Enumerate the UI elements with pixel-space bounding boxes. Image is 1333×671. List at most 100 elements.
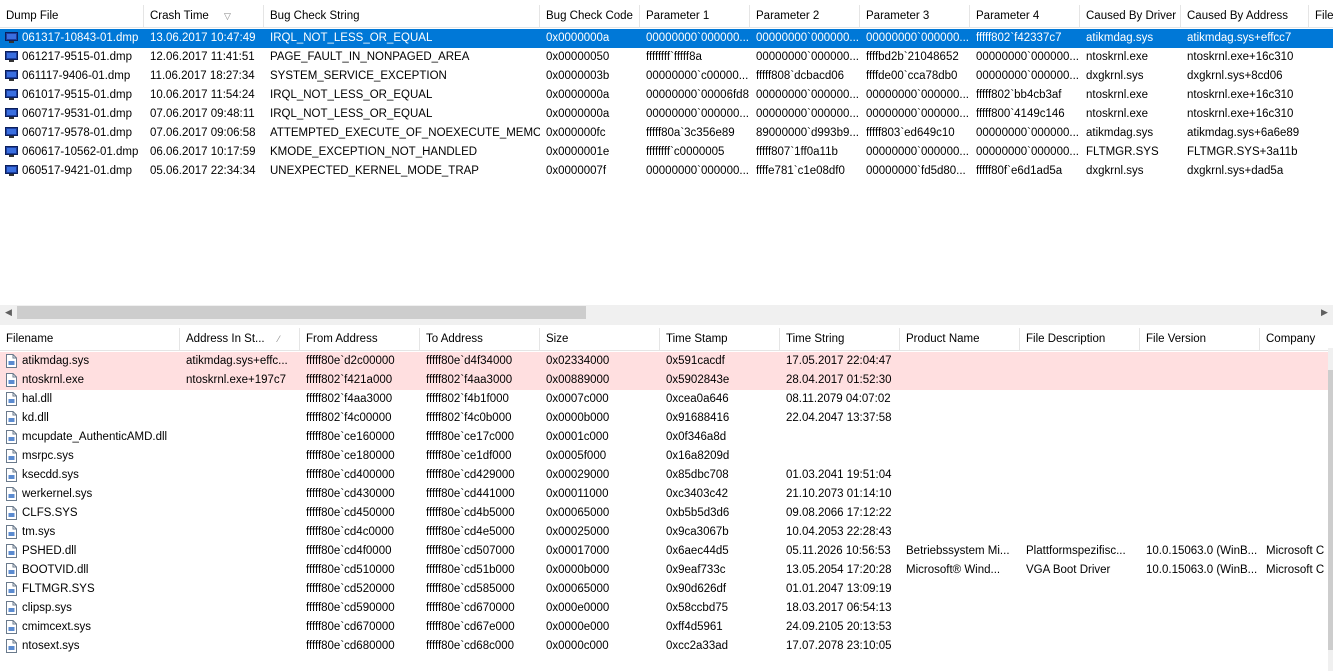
module-cell-8 <box>1020 428 1140 447</box>
crash-row[interactable]: 061317-10843-01.dmp 13.06.2017 10:47:49 IR… <box>0 29 1333 48</box>
module-row[interactable]: werkernel.sys fffff80e`cd430000 fffff80e`c… <box>0 485 1328 504</box>
module-cell-3: fffff80e`cd51b000 <box>426 564 515 576</box>
module-cell-0: ntosext.sys <box>22 640 80 652</box>
module-row[interactable]: kd.dll fffff802`f4c00000 fffff802`f4c0b000… <box>0 409 1328 428</box>
module-row[interactable]: ntoskrnl.exe ntoskrnl.exe+197c7 fffff802`f… <box>0 371 1328 390</box>
col-address-in-stack-label: Address In St... <box>186 333 265 345</box>
module-cell-2: fffff80e`cd4f0000 <box>306 545 392 557</box>
col-company[interactable]: Company <box>1260 328 1333 350</box>
module-cell-1 <box>180 523 300 542</box>
module-cell-2: fffff80e`cd520000 <box>306 583 395 595</box>
module-row[interactable]: CLFS.SYS fffff80e`cd450000 fffff80e`cd4b50… <box>0 504 1328 523</box>
col-caused-by-address[interactable]: Caused By Address <box>1181 5 1309 27</box>
col-time-string[interactable]: Time String <box>780 328 900 350</box>
crash-cell-4: 00000000`000000... <box>646 165 749 177</box>
crash-row[interactable]: 061217-9515-01.dmp 12.06.2017 11:41:51 PAG… <box>0 48 1333 67</box>
module-cell-0: atikmdag.sys <box>22 355 90 367</box>
crash-cell-2: UNEXPECTED_KERNEL_MODE_TRAP <box>270 165 479 177</box>
module-row[interactable]: msrpc.sys fffff80e`ce180000 fffff80e`ce1df… <box>0 447 1328 466</box>
module-cell-0: FLTMGR.SYS <box>22 583 95 595</box>
module-cell-7 <box>900 466 1020 485</box>
module-cell-8 <box>1020 409 1140 428</box>
crash-row[interactable]: 060717-9578-01.dmp 07.06.2017 09:06:58 ATT… <box>0 124 1333 143</box>
module-row[interactable]: FLTMGR.SYS fffff80e`cd520000 fffff80e`cd58… <box>0 580 1328 599</box>
module-cell-3: fffff80e`cd67e000 <box>426 621 515 633</box>
module-cell-2: fffff80e`ce180000 <box>306 450 395 462</box>
col-parameter-3[interactable]: Parameter 3 <box>860 5 970 27</box>
module-cell-1 <box>180 504 300 523</box>
col-file[interactable]: File <box>1309 5 1333 27</box>
crash-row[interactable]: 060517-9421-01.dmp 05.06.2017 22:34:34 UNE… <box>0 162 1333 181</box>
col-to-address[interactable]: To Address <box>420 328 540 350</box>
crash-row[interactable]: 060617-10562-01.dmp 06.06.2017 10:17:59 KM… <box>0 143 1333 162</box>
module-cell-5: 0x58ccbd75 <box>666 602 729 614</box>
col-file-version[interactable]: File Version <box>1140 328 1260 350</box>
crash-cell-0: 060617-10562-01.dmp <box>22 146 139 158</box>
crash-cell-2: KMODE_EXCEPTION_NOT_HANDLED <box>270 146 478 158</box>
crash-list-header: Dump File Crash Time ▽ Bug Check String B… <box>0 5 1333 28</box>
col-parameter-2[interactable]: Parameter 2 <box>750 5 860 27</box>
module-cell-10 <box>1260 352 1330 371</box>
horizontal-scrollbar[interactable]: ◀ ▶ <box>0 305 1333 320</box>
module-cell-4: 0x00011000 <box>546 488 609 500</box>
col-bug-check-string[interactable]: Bug Check String <box>264 5 540 27</box>
crash-row[interactable]: 060717-9531-01.dmp 07.06.2017 09:48:11 IRQ… <box>0 105 1333 124</box>
crash-cell-5: 00000000`000000... <box>756 51 859 63</box>
module-row[interactable]: clipsp.sys fffff80e`cd590000 fffff80e`cd67… <box>0 599 1328 618</box>
module-cell-6: 10.04.2053 22:28:43 <box>786 526 892 538</box>
col-parameter-1[interactable]: Parameter 1 <box>640 5 750 27</box>
col-bug-check-code[interactable]: Bug Check Code <box>540 5 640 27</box>
col-file-description[interactable]: File Description <box>1020 328 1140 350</box>
crash-cell-3: 0x0000007f <box>546 165 607 177</box>
module-row[interactable]: hal.dll fffff802`f4aa3000 fffff802`f4b1f00… <box>0 390 1328 409</box>
col-caused-by-driver[interactable]: Caused By Driver <box>1080 5 1181 27</box>
module-cell-5: 0xcc2a33ad <box>666 640 729 652</box>
module-cell-2: fffff802`f4c00000 <box>306 412 392 424</box>
module-cell-8 <box>1020 390 1140 409</box>
col-filename[interactable]: Filename <box>0 328 180 350</box>
module-cell-7: Betriebssystem Mi... <box>906 545 1010 557</box>
module-row[interactable]: atikmdag.sys atikmdag.sys+effc... fffff80e… <box>0 352 1328 371</box>
module-row[interactable]: cmimcext.sys fffff80e`cd670000 fffff80e`cd… <box>0 618 1328 637</box>
module-row[interactable]: BOOTVID.dll fffff80e`cd510000 fffff80e`cd5… <box>0 561 1328 580</box>
module-cell-6: 09.08.2066 17:12:22 <box>786 507 892 519</box>
sort-arrow-icon: ⁄ <box>278 334 280 344</box>
scroll-left-icon[interactable]: ◀ <box>0 305 17 320</box>
crash-cell-5: ffffe781`c1e08df0 <box>756 165 845 177</box>
crash-cell-5: 00000000`000000... <box>756 32 859 44</box>
module-cell-1 <box>180 580 300 599</box>
module-cell-1 <box>180 409 300 428</box>
col-crash-time[interactable]: Crash Time ▽ <box>144 5 264 27</box>
vertical-scrollbar[interactable] <box>1328 348 1333 671</box>
crash-row[interactable]: 061117-9406-01.dmp 11.06.2017 18:27:34 SYS… <box>0 67 1333 86</box>
module-row[interactable]: ntosext.sys fffff80e`cd680000 fffff80e`cd6… <box>0 637 1328 656</box>
module-cell-8 <box>1020 618 1140 637</box>
crash-cell-1: 07.06.2017 09:06:58 <box>150 127 256 139</box>
crash-cell-2: IRQL_NOT_LESS_OR_EQUAL <box>270 108 433 120</box>
module-cell-4: 0x00889000 <box>546 374 610 386</box>
col-product-name[interactable]: Product Name <box>900 328 1020 350</box>
crash-cell-5: fffff808`dcbacd06 <box>756 70 845 82</box>
module-cell-1 <box>180 561 300 580</box>
module-row[interactable]: mcupdate_AuthenticAMD.dll fffff80e`ce1600… <box>0 428 1328 447</box>
vertical-scrollbar-thumb[interactable] <box>1328 370 1333 650</box>
scrollbar-thumb[interactable] <box>17 306 586 319</box>
module-cell-4: 0x00029000 <box>546 469 610 481</box>
module-cell-2: fffff80e`cd680000 <box>306 640 395 652</box>
col-size[interactable]: Size <box>540 328 660 350</box>
col-parameter-4[interactable]: Parameter 4 <box>970 5 1080 27</box>
module-row[interactable]: PSHED.dll fffff80e`cd4f0000 fffff80e`cd507… <box>0 542 1328 561</box>
col-address-in-stack[interactable]: Address In St... ⁄ <box>180 328 300 350</box>
scroll-right-icon[interactable]: ▶ <box>1316 305 1333 320</box>
col-dump-file[interactable]: Dump File <box>0 5 144 27</box>
module-row[interactable]: ksecdd.sys fffff80e`cd400000 fffff80e`cd42… <box>0 466 1328 485</box>
module-cell-7 <box>900 523 1020 542</box>
module-cell-4: 0x0007c000 <box>546 393 609 405</box>
module-cell-6: 21.10.2073 01:14:10 <box>786 488 892 500</box>
crash-row[interactable]: 061017-9515-01.dmp 10.06.2017 11:54:24 IRQ… <box>0 86 1333 105</box>
module-cell-8: VGA Boot Driver <box>1026 564 1111 576</box>
col-time-stamp[interactable]: Time Stamp <box>660 328 780 350</box>
module-cell-3: fffff80e`cd429000 <box>426 469 515 481</box>
col-from-address[interactable]: From Address <box>300 328 420 350</box>
module-row[interactable]: tm.sys fffff80e`cd4c0000 fffff80e`cd4e5000… <box>0 523 1328 542</box>
